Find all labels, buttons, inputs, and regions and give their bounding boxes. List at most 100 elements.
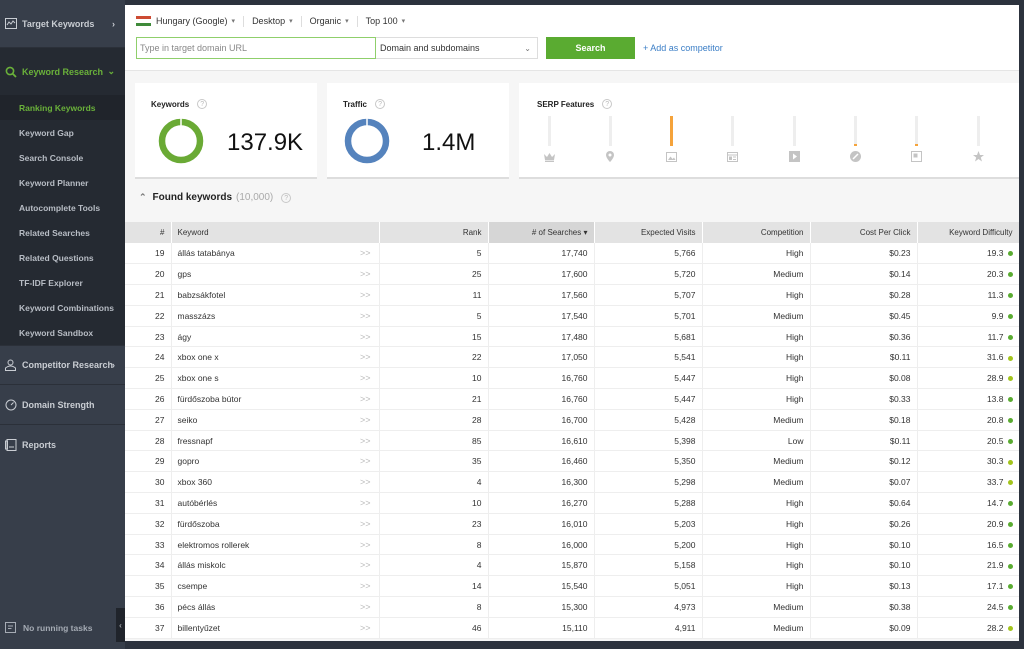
- serp-feature-top-stories[interactable]: [723, 116, 743, 166]
- add-competitor-link[interactable]: + Add as competitor: [643, 43, 723, 53]
- cell-keyword[interactable]: gopro >>: [171, 450, 380, 473]
- table-row[interactable]: 36 pécs állás >> 8 15,300 4,973 Medium $0.38 24.…: [125, 596, 1019, 618]
- search-button[interactable]: Search: [546, 37, 635, 59]
- cell-keyword[interactable]: pécs állás >>: [171, 596, 380, 618]
- serp-feature-videos[interactable]: [784, 116, 804, 166]
- col-header-keyword[interactable]: Keyword: [171, 222, 380, 243]
- cell-keyword[interactable]: állás miskolc >>: [171, 554, 380, 577]
- cell-keyword[interactable]: gps >>: [171, 263, 380, 286]
- sidebar-head-target-keywords[interactable]: Target Keywords ›: [0, 0, 125, 47]
- col-header-cpc[interactable]: Cost Per Click: [810, 222, 918, 243]
- sidebar-head-competitor-research[interactable]: Competitor Research ›: [0, 346, 125, 384]
- double-chevron-right-icon[interactable]: >>: [360, 436, 371, 446]
- sidebar-head-keyword-research[interactable]: Keyword Research ⌄: [0, 48, 125, 95]
- help-icon[interactable]: ?: [197, 99, 208, 109]
- cell-keyword[interactable]: babzsákfotel >>: [171, 284, 380, 306]
- sidebar-section-reports[interactable]: Reports: [0, 425, 125, 464]
- table-row[interactable]: 19 állás tatabánya >> 5 17,740 5,766 High $0.23…: [125, 243, 1019, 265]
- device-dropdown[interactable]: Desktop ▾: [252, 15, 302, 27]
- double-chevron-right-icon[interactable]: >>: [360, 332, 371, 342]
- sidebar-section-competitor-research[interactable]: Competitor Research ›: [0, 346, 125, 385]
- double-chevron-right-icon[interactable]: >>: [360, 498, 371, 508]
- cell-keyword[interactable]: fürdőszoba bútor >>: [171, 388, 380, 410]
- table-row[interactable]: 29 gopro >> 35 16,460 5,350 Medium $0.12 30.3: [125, 450, 1019, 473]
- cell-keyword[interactable]: xbox one x >>: [171, 346, 380, 369]
- sidebar-item-keyword-planner[interactable]: Keyword Planner: [0, 170, 125, 195]
- cell-keyword[interactable]: elektromos rollerek >>: [171, 534, 380, 556]
- cell-keyword[interactable]: seiko >>: [171, 409, 380, 431]
- sidebar-item-keyword-combinations[interactable]: Keyword Combinations: [0, 295, 125, 320]
- col-header-keyword-difficulty[interactable]: Keyword Difficulty: [917, 222, 1019, 243]
- col-header-rank[interactable]: Rank: [379, 222, 489, 243]
- table-row[interactable]: 25 xbox one s >> 10 16,760 5,447 High $0.08 28.9: [125, 367, 1019, 390]
- cell-keyword[interactable]: xbox 360 >>: [171, 471, 380, 494]
- cell-keyword[interactable]: fressnapf >>: [171, 430, 380, 452]
- help-icon[interactable]: ?: [281, 192, 292, 203]
- table-row[interactable]: 24 xbox one x >> 22 17,050 5,541 High $0.11 31.6: [125, 346, 1019, 369]
- table-row[interactable]: 21 babzsákfotel >> 11 17,560 5,707 High $0.28 11…: [125, 284, 1019, 306]
- table-row[interactable]: 26 fürdőszoba bútor >> 21 16,760 5,447 High $0.…: [125, 388, 1019, 410]
- table-row[interactable]: 23 ágy >> 15 17,480 5,681 High $0.36 11.7: [125, 326, 1019, 348]
- double-chevron-right-icon[interactable]: >>: [360, 477, 371, 487]
- double-chevron-right-icon[interactable]: >>: [360, 373, 371, 383]
- double-chevron-right-icon[interactable]: >>: [360, 623, 371, 633]
- range-dropdown[interactable]: Top 100 ▾: [366, 16, 414, 27]
- table-row[interactable]: 37 billentyűzet >> 46 15,110 4,911 Medium $0.09…: [125, 617, 1019, 639]
- table-row[interactable]: 33 elektromos rollerek >> 8 16,000 5,200 High $…: [125, 534, 1019, 556]
- sidebar-item-keyword-sandbox[interactable]: Keyword Sandbox: [0, 320, 125, 345]
- cell-keyword[interactable]: autóbérlés >>: [171, 492, 380, 514]
- col-header-expected-visits[interactable]: Expected Visits: [594, 222, 703, 243]
- sidebar-section-keyword-research[interactable]: Keyword Research ⌄ Ranking Keywords Keyw…: [0, 48, 125, 346]
- double-chevron-right-icon[interactable]: >>: [360, 311, 371, 321]
- cell-keyword[interactable]: állás tatabánya >>: [171, 243, 380, 265]
- double-chevron-right-icon[interactable]: >>: [360, 519, 371, 529]
- help-icon[interactable]: ?: [602, 99, 613, 109]
- double-chevron-right-icon[interactable]: >>: [360, 540, 371, 550]
- collapse-chevrons-icon[interactable]: ⌃: [139, 192, 147, 203]
- serp-feature-featured-snippet[interactable]: [539, 116, 559, 166]
- double-chevron-right-icon[interactable]: >>: [360, 269, 371, 279]
- double-chevron-right-icon[interactable]: >>: [360, 560, 371, 570]
- col-header-competition[interactable]: Competition: [702, 222, 811, 243]
- sidebar-item-related-questions[interactable]: Related Questions: [0, 245, 125, 270]
- running-tasks-status[interactable]: No running tasks: [0, 606, 125, 649]
- table-row[interactable]: 27 seiko >> 28 16,700 5,428 Medium $0.18 20.8: [125, 409, 1019, 431]
- double-chevron-right-icon[interactable]: >>: [360, 602, 371, 612]
- table-row[interactable]: 32 fürdőszoba >> 23 16,010 5,203 High $0.26 20.9: [125, 513, 1019, 535]
- double-chevron-right-icon[interactable]: >>: [360, 456, 371, 466]
- serp-feature-images[interactable]: [662, 116, 682, 166]
- sidebar-section-target-keywords[interactable]: Target Keywords ›: [0, 0, 125, 48]
- sidebar-item-ranking-keywords[interactable]: Ranking Keywords: [0, 95, 125, 120]
- sidebar-item-keyword-gap[interactable]: Keyword Gap: [0, 120, 125, 145]
- domain-url-input[interactable]: [136, 37, 376, 59]
- serp-feature-knowledge-panel[interactable]: [907, 116, 927, 166]
- sidebar-item-tf-idf-explorer[interactable]: TF-IDF Explorer: [0, 270, 125, 295]
- cell-keyword[interactable]: masszázs >>: [171, 305, 380, 327]
- help-icon[interactable]: ?: [375, 99, 386, 109]
- table-row[interactable]: 22 masszázs >> 5 17,540 5,701 Medium $0.45 9.9: [125, 305, 1019, 327]
- double-chevron-right-icon[interactable]: >>: [360, 581, 371, 591]
- sidebar-head-reports[interactable]: Reports: [0, 425, 125, 464]
- search-type-dropdown[interactable]: Organic ▾: [310, 15, 358, 27]
- serp-feature-reviews[interactable]: [968, 116, 988, 166]
- double-chevron-right-icon[interactable]: >>: [360, 290, 371, 300]
- double-chevron-right-icon[interactable]: >>: [360, 248, 371, 258]
- country-dropdown[interactable]: Hungary (Google) ▾: [136, 15, 245, 27]
- table-row[interactable]: 31 autóbérlés >> 10 16,270 5,288 High $0.64 14.7: [125, 492, 1019, 514]
- sidebar-head-domain-strength[interactable]: Domain Strength: [0, 385, 125, 424]
- double-chevron-right-icon[interactable]: >>: [360, 394, 371, 404]
- col-header-number[interactable]: #: [125, 222, 172, 243]
- scope-select[interactable]: Domain and subdomains ⌄: [376, 37, 538, 59]
- table-row[interactable]: 20 gps >> 25 17,600 5,720 Medium $0.14 20.3: [125, 263, 1019, 286]
- table-row[interactable]: 28 fressnapf >> 85 16,610 5,398 Low $0.11 20.5: [125, 430, 1019, 452]
- sidebar-item-search-console[interactable]: Search Console: [0, 145, 125, 170]
- cell-keyword[interactable]: ágy >>: [171, 326, 380, 348]
- cell-keyword[interactable]: fürdőszoba >>: [171, 513, 380, 535]
- table-row[interactable]: 34 állás miskolc >> 4 15,870 5,158 High $0.10 21…: [125, 554, 1019, 577]
- sidebar-item-related-searches[interactable]: Related Searches: [0, 220, 125, 245]
- double-chevron-right-icon[interactable]: >>: [360, 415, 371, 425]
- sidebar-collapse-button[interactable]: ‹: [116, 608, 125, 642]
- table-row[interactable]: 30 xbox 360 >> 4 16,300 5,298 Medium $0.07 33.7: [125, 471, 1019, 494]
- cell-keyword[interactable]: xbox one s >>: [171, 367, 380, 390]
- serp-feature-local-pack[interactable]: [600, 116, 620, 166]
